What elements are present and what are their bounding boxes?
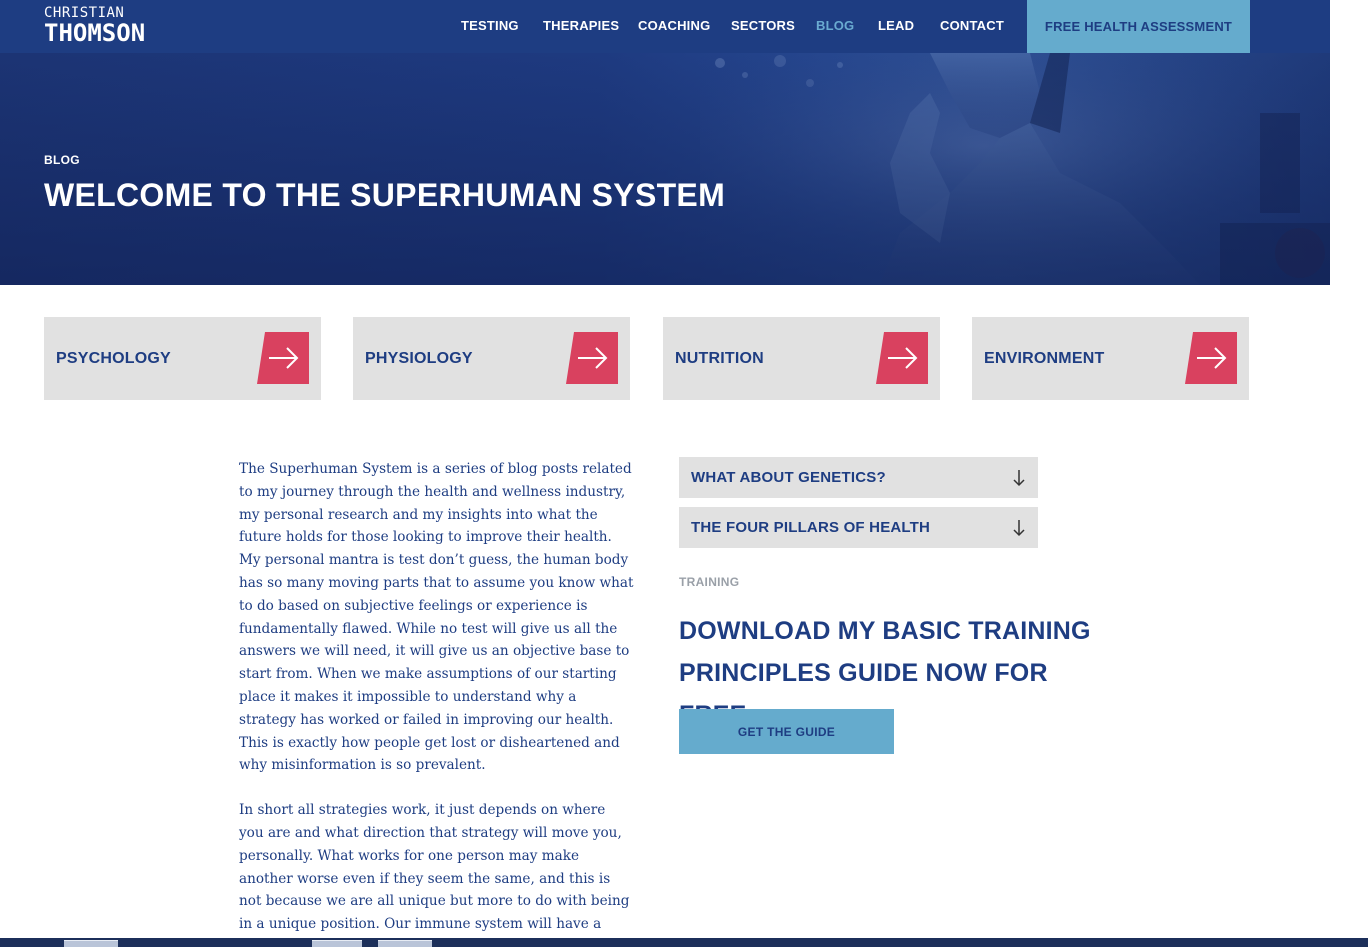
category-label: ENVIRONMENT	[984, 350, 1105, 367]
nav-therapies[interactable]: THERAPIES	[543, 18, 619, 33]
site-header: CHRISTIAN THOMSON TESTING THERAPIES COAC…	[0, 0, 1330, 53]
get-the-guide-button[interactable]: GET THE GUIDE	[679, 709, 894, 754]
nav-sectors[interactable]: SECTORS	[731, 18, 795, 33]
arrow-right-icon	[1185, 332, 1237, 384]
accordion-genetics[interactable]: WHAT ABOUT GENETICS?	[679, 457, 1038, 498]
arrow-right-icon	[876, 332, 928, 384]
taskbar-app-tile[interactable]	[64, 940, 118, 947]
arrow-down-icon	[1013, 520, 1025, 537]
category-tile-psychology[interactable]: PSYCHOLOGY	[44, 317, 321, 400]
hero-shade-overlay	[0, 53, 1330, 285]
nav-lead[interactable]: LEAD	[878, 18, 914, 33]
category-label: PSYCHOLOGY	[56, 350, 171, 367]
category-tile-nutrition[interactable]: NUTRITION	[663, 317, 940, 400]
hero-banner: BLOG WELCOME TO THE SUPERHUMAN SYSTEM	[0, 53, 1330, 285]
page-title: WELCOME TO THE SUPERHUMAN SYSTEM	[44, 177, 726, 213]
training-category-label: TRAINING	[679, 575, 740, 589]
category-tile-physiology[interactable]: PHYSIOLOGY	[353, 317, 630, 400]
nav-contact[interactable]: CONTACT	[940, 18, 1004, 33]
arrow-right-icon	[566, 332, 618, 384]
category-tile-environment[interactable]: ENVIRONMENT	[972, 317, 1249, 400]
hero-category-label: BLOG	[44, 153, 80, 167]
accordion-four-pillars[interactable]: THE FOUR PILLARS OF HEALTH	[679, 507, 1038, 548]
accordion-label: THE FOUR PILLARS OF HEALTH	[691, 519, 931, 536]
article-body: The Superhuman System is a series of blo…	[239, 458, 634, 947]
nav-testing[interactable]: TESTING	[461, 18, 519, 33]
nav-coaching[interactable]: COACHING	[638, 18, 710, 33]
nav-blog[interactable]: BLOG	[816, 18, 854, 33]
taskbar-app-tile[interactable]	[378, 940, 432, 947]
article-paragraph: The Superhuman System is a series of blo…	[239, 461, 634, 774]
arrow-down-icon	[1013, 470, 1025, 487]
os-taskbar	[0, 938, 1368, 947]
taskbar-app-tile[interactable]	[312, 940, 362, 947]
article-paragraph: In short all strategies work, it just de…	[239, 802, 630, 947]
accordion-label: WHAT ABOUT GENETICS?	[691, 469, 886, 486]
free-health-assessment-button[interactable]: FREE HEALTH ASSESSMENT	[1027, 0, 1250, 53]
category-label: PHYSIOLOGY	[365, 350, 473, 367]
category-label: NUTRITION	[675, 350, 764, 367]
arrow-right-icon	[257, 332, 309, 384]
